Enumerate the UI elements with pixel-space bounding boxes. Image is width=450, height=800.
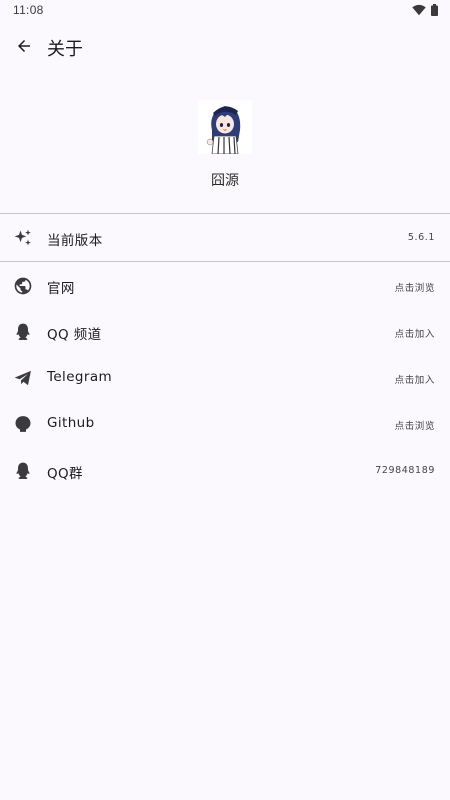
version-label: 当前版本	[47, 233, 103, 249]
page-title: 关于	[47, 39, 83, 60]
link-label: 官网	[47, 281, 75, 297]
status-icons	[412, 3, 438, 17]
link-value: 729848189	[375, 465, 435, 476]
sparkle-icon	[13, 228, 33, 248]
link-value: 点击浏览	[394, 283, 435, 294]
status-bar: 11:08	[0, 0, 450, 22]
app-name: 囧源	[211, 173, 239, 189]
link-label: Github	[47, 415, 95, 431]
back-button[interactable]	[10, 34, 38, 62]
arrow-back-icon	[15, 37, 33, 59]
qq-icon	[13, 461, 33, 481]
link-row-website[interactable]: 官网 点击浏览	[0, 263, 450, 309]
link-label: QQ群	[47, 466, 83, 482]
link-row-qq-group[interactable]: QQ群 729848189	[0, 448, 450, 494]
link-row-qq-channel[interactable]: QQ 频道 点击加入	[0, 309, 450, 355]
top-app-bar: 关于	[0, 22, 450, 74]
qq-icon	[13, 322, 33, 342]
app-logo	[198, 100, 252, 154]
github-icon	[13, 414, 33, 434]
telegram-icon	[13, 368, 33, 388]
battery-icon	[431, 1, 438, 20]
globe-icon	[13, 276, 33, 296]
divider	[0, 213, 450, 214]
link-row-github[interactable]: Github 点击浏览	[0, 401, 450, 447]
version-row[interactable]: 当前版本 5.6.1	[0, 215, 450, 261]
link-row-telegram[interactable]: Telegram 点击加入	[0, 355, 450, 401]
wifi-icon	[412, 1, 426, 20]
version-value: 5.6.1	[407, 232, 435, 243]
status-time: 11:08	[13, 3, 44, 17]
link-label: QQ 频道	[47, 327, 102, 343]
link-value: 点击浏览	[394, 421, 435, 432]
link-value: 点击加入	[394, 375, 435, 386]
divider	[0, 261, 450, 262]
link-label: Telegram	[47, 369, 113, 385]
link-value: 点击加入	[394, 329, 435, 340]
